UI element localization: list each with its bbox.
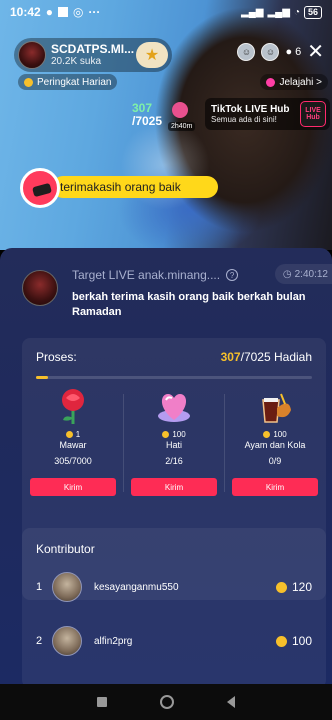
star-follow-button[interactable]: ★ xyxy=(136,42,168,68)
gift-count: 305/7000 xyxy=(54,456,92,466)
close-icon[interactable]: ✕ xyxy=(307,42,324,62)
contributor-name: kesayanganmu550 xyxy=(94,581,179,593)
explore-icon xyxy=(266,77,276,87)
heart-icon xyxy=(154,386,194,426)
coin-icon xyxy=(65,431,73,438)
gift-item-mawar: 1 Mawar 305/7000 Kirim xyxy=(23,386,123,496)
host-avatar[interactable] xyxy=(22,270,58,306)
goal-title: Target LIVE anak.minang.... xyxy=(72,268,221,282)
send-button-hati[interactable]: Kirim xyxy=(131,478,217,496)
live-hub-logo-icon: LIVE Hub xyxy=(300,101,326,127)
gift-name: Hati xyxy=(165,440,182,450)
avatar[interactable] xyxy=(52,626,82,656)
live-goal-mini-widget[interactable]: 307 /7025 2h40m xyxy=(128,100,196,132)
info-icon[interactable]: ? xyxy=(226,269,239,281)
status-bar: 10:42 ● ◎ ··· ▂▄▆ ▂▄▆ ◔ 56 xyxy=(0,0,332,24)
explore-chip[interactable]: Jelajahi > xyxy=(260,74,328,90)
viewer-avatar[interactable]: ☺ xyxy=(261,43,280,61)
avatar[interactable] xyxy=(52,572,82,602)
notification-icon: ● xyxy=(45,5,53,19)
daily-ranking-chip[interactable]: Peringkat Harian xyxy=(18,74,118,90)
coin-icon xyxy=(275,581,287,593)
more-notifications: ··· xyxy=(88,5,101,19)
progress-bar-fill xyxy=(36,376,49,379)
goal-timer: ◷ 2:40:12 xyxy=(274,264,332,284)
gift-name: Ayam dan Kola xyxy=(244,440,306,450)
home-button[interactable] xyxy=(159,695,174,709)
clock: 10:42 xyxy=(10,5,41,19)
signal-icon: ▂▄▆ xyxy=(241,6,264,18)
flame-icon xyxy=(24,77,33,87)
gift-count: 2/16 xyxy=(165,456,183,466)
send-button-mawar[interactable]: Kirim xyxy=(30,478,116,496)
settings-icon: ◎ xyxy=(72,5,84,19)
person-icon: ● xyxy=(285,46,293,58)
hub-subtitle: Semua ada di sini! xyxy=(211,115,277,125)
contributors-heading: Kontributor xyxy=(36,542,95,556)
contributors-card: Kontributor 1 kesayanganmu550 120 2 alfi… xyxy=(22,528,326,684)
gift-item-ayam-dan-kola: 100 Ayam dan Kola 0/9 Kirim xyxy=(225,386,325,496)
contributor-name: alfin2prg xyxy=(94,635,133,647)
host-pill[interactable]: SCDATPS.MI... 20.2K suka ★ xyxy=(14,38,172,72)
gift-item-hati: 100 Hati 2/16 Kirim xyxy=(124,386,224,496)
sticker-text: terimakasih orang baik xyxy=(52,176,218,198)
contributor-amount: 120 xyxy=(275,580,312,594)
progress-bar xyxy=(36,376,312,379)
host-name: SCDATPS.MI... xyxy=(51,41,135,56)
progress-value: 307/7025 Hadiah xyxy=(220,350,312,364)
bird-sticker-icon xyxy=(20,168,60,208)
wifi-icon: ◔ xyxy=(293,6,300,18)
gift-name: Mawar xyxy=(59,440,87,450)
live-hub-banner[interactable]: TikTok LIVE Hub Semua ada di sini! LIVE … xyxy=(205,98,330,130)
signal-icon-2: ▂▄▆ xyxy=(267,6,290,18)
clock-icon: ◷ xyxy=(282,268,292,280)
hub-title: TikTok LIVE Hub xyxy=(211,103,290,115)
gift-icon xyxy=(172,102,188,118)
send-button-ayam-dan-kola[interactable]: Kirim xyxy=(232,478,318,496)
goal-mini-count: 307 /7025 xyxy=(132,101,163,128)
coin-icon xyxy=(263,431,271,438)
gift-count: 0/9 xyxy=(268,456,282,466)
chicken-cola-icon xyxy=(255,386,295,426)
coin-icon xyxy=(162,431,170,438)
host-avatar[interactable] xyxy=(18,41,46,69)
contributor-row[interactable]: 2 alfin2prg 100 xyxy=(36,624,312,658)
contributor-rank: 1 xyxy=(36,581,43,593)
rose-icon xyxy=(53,386,93,426)
host-likes: 20.2K suka xyxy=(51,56,102,68)
panel-header: Target LIVE anak.minang.... ? ◷ 2:40:12 … xyxy=(0,248,332,330)
contributor-rank: 2 xyxy=(36,635,43,647)
contributor-amount: 100 xyxy=(275,634,312,648)
back-button[interactable] xyxy=(227,696,236,708)
live-video[interactable]: 10:42 ● ◎ ··· ▂▄▆ ▂▄▆ ◔ 56 SCDATPS.MI...… xyxy=(0,0,332,250)
recents-button[interactable] xyxy=(96,697,107,707)
app-icon xyxy=(57,7,68,17)
goal-mini-timer: 2h40m xyxy=(168,122,196,131)
progress-label: Proses: xyxy=(36,350,77,364)
contributor-row[interactable]: 1 kesayanganmu550 120 xyxy=(36,570,312,604)
goal-description: berkah terima kasih orang baik berkah bu… xyxy=(72,291,306,318)
system-nav-bar xyxy=(0,684,332,720)
viewer-count[interactable]: ● 6 xyxy=(285,46,301,58)
coin-icon xyxy=(275,635,287,647)
top-right-controls: ☺ ☺ ● 6 ✕ xyxy=(237,42,324,62)
live-goal-panel: Target LIVE anak.minang.... ? ◷ 2:40:12 … xyxy=(0,248,332,684)
viewer-avatar[interactable]: ☺ xyxy=(237,43,256,61)
battery-icon: 56 xyxy=(303,5,322,19)
